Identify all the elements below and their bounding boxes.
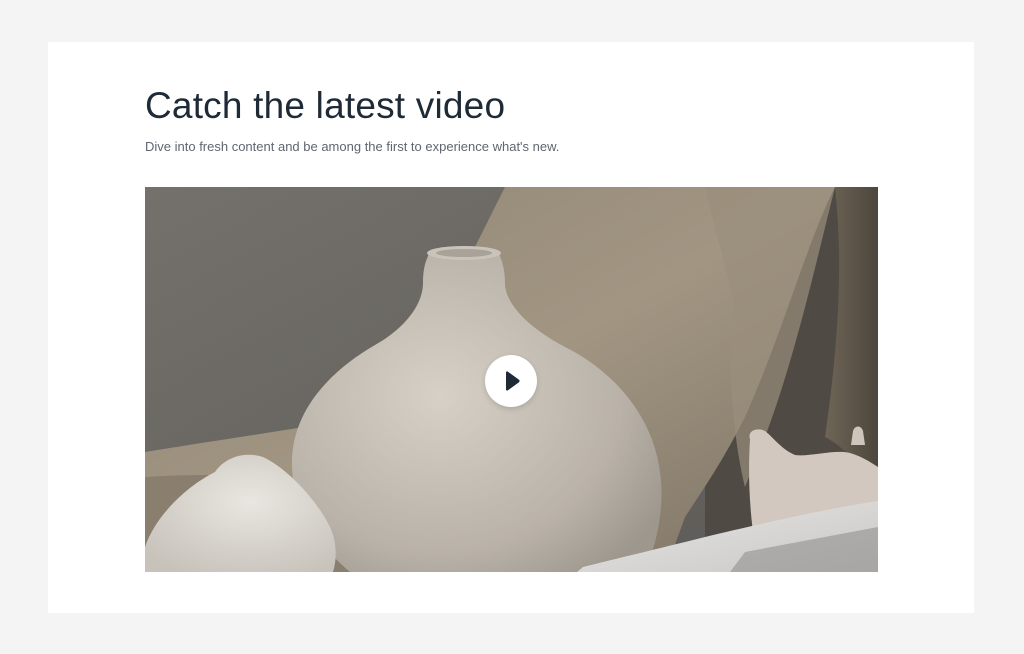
video-section-card: Catch the latest video Dive into fresh c… bbox=[48, 42, 974, 613]
section-title: Catch the latest video bbox=[145, 85, 506, 126]
video-player[interactable] bbox=[145, 187, 878, 572]
play-button[interactable] bbox=[485, 355, 537, 407]
play-icon bbox=[506, 371, 520, 391]
section-subtitle: Dive into fresh content and be among the… bbox=[145, 139, 560, 154]
